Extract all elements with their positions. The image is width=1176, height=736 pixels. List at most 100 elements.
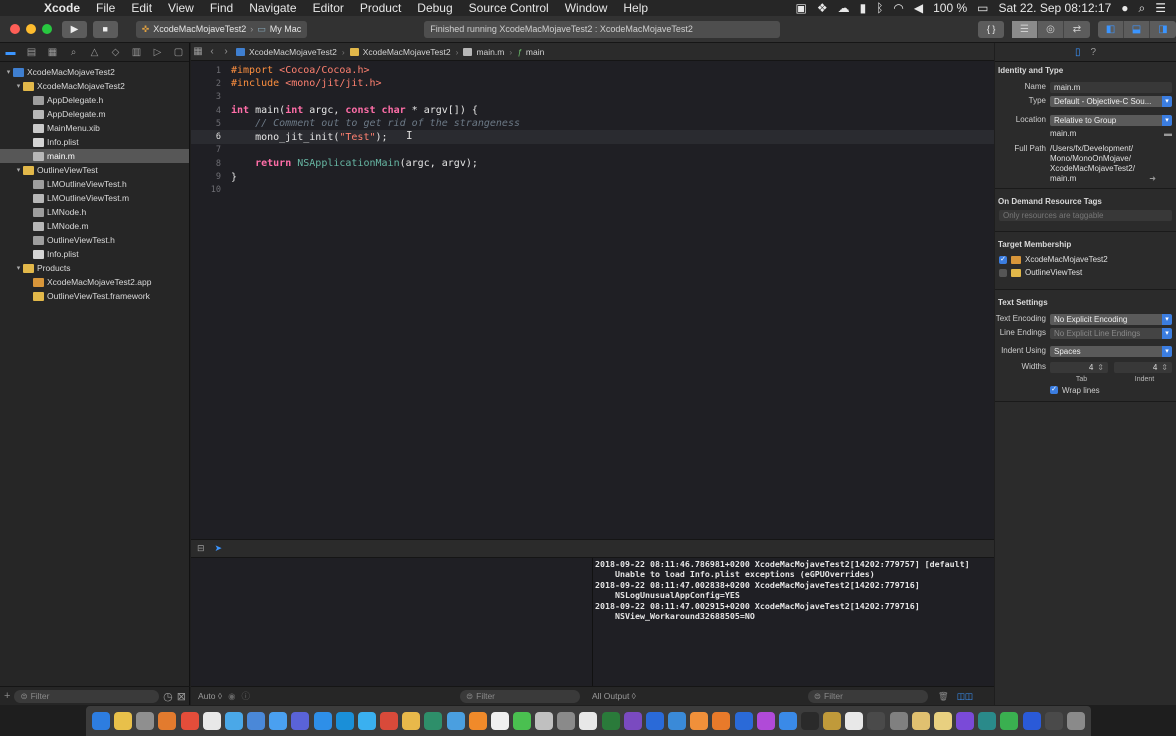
dock-app-icon[interactable] xyxy=(136,712,155,730)
wrap-lines-checkbox[interactable]: ✓ xyxy=(1050,386,1058,394)
code-line[interactable]: 3 xyxy=(191,91,994,104)
stepper-icon[interactable]: ⇕ xyxy=(1161,363,1168,372)
console-filter-input[interactable]: ⊜ Filter xyxy=(807,689,928,703)
variables-filter-input[interactable]: ⊜ Filter xyxy=(460,689,580,703)
navigator-item-products[interactable]: ▾ Products xyxy=(0,261,189,275)
auto-variables-popup[interactable]: Auto ◊ xyxy=(198,691,222,701)
code-line[interactable]: 6 mono_jit_init("Test"); xyxy=(191,130,994,144)
dock-app-icon[interactable] xyxy=(601,712,620,730)
indent-width-field[interactable]: 4 ⇕ xyxy=(1114,362,1172,373)
code-line[interactable]: 10 xyxy=(191,184,994,197)
target-member-app[interactable]: ✓ XcodeMacMojaveTest2 xyxy=(995,253,1176,266)
dock-app-icon[interactable] xyxy=(468,712,487,730)
navigator-item-xcodemacmojavetest2[interactable]: ▾ XcodeMacMojaveTest2 xyxy=(0,65,189,79)
stop-button[interactable]: ■ xyxy=(92,20,118,38)
target-member-framework[interactable]: OutlineViewTest xyxy=(995,266,1176,279)
navigator-item-xcodemacmojavetest2-app[interactable]: XcodeMacMojaveTest2.app xyxy=(0,275,189,289)
folder-icon[interactable]: ▬ xyxy=(1164,129,1176,138)
volume-icon[interactable]: ◀ xyxy=(914,1,923,15)
breadcrumb-file[interactable]: main.m xyxy=(460,47,507,57)
disclosure-triangle-icon[interactable]: ▾ xyxy=(14,82,23,90)
folder-icon[interactable]: ▬ xyxy=(0,47,21,58)
source-editor[interactable]: 1 #import <Cocoa/Cocoa.h> 2 #include <mono/… xyxy=(191,61,994,539)
dock-app-icon[interactable] xyxy=(867,712,886,730)
test-icon[interactable]: ◇ xyxy=(105,47,126,58)
dock-app-icon[interactable] xyxy=(889,712,908,730)
dock-app-icon[interactable] xyxy=(446,712,465,730)
breakpoint-icon[interactable]: ▷ xyxy=(147,47,168,58)
spotlight-icon[interactable]: ⌕ xyxy=(1139,1,1146,16)
navigator-item-info-plist[interactable]: Info.plist xyxy=(0,135,189,149)
dock-app-icon[interactable] xyxy=(933,712,952,730)
source-control-icon[interactable]: ▤ xyxy=(21,47,42,58)
encoding-popup[interactable]: No Explicit Encoding xyxy=(1050,314,1172,325)
dock-app-icon[interactable] xyxy=(335,712,354,730)
dock-app-icon[interactable] xyxy=(668,712,687,730)
navigator-filter-input[interactable]: ⊜ Filter xyxy=(14,689,160,703)
bluetooth-icon[interactable]: ᛒ xyxy=(876,1,883,15)
dock-app-icon[interactable] xyxy=(911,712,930,730)
dock-app-icon[interactable] xyxy=(247,712,266,730)
quick-help-icon[interactable]: ? xyxy=(1090,47,1096,58)
code-line[interactable]: 9} xyxy=(191,170,994,183)
location-popup[interactable]: Relative to Group xyxy=(1050,115,1172,126)
scheme-selector[interactable]: ✜ XcodeMacMojaveTest2 › ▭ My Mac xyxy=(135,20,308,38)
menu-product[interactable]: Product xyxy=(352,1,409,15)
battery-icon[interactable]: ▭ xyxy=(977,1,988,15)
menu-edit[interactable]: Edit xyxy=(123,1,160,15)
assistant-editor-button[interactable]: ◎ xyxy=(1038,20,1064,38)
menu-navigate[interactable]: Navigate xyxy=(241,1,304,15)
tab-width-field[interactable]: 4 ⇕ xyxy=(1050,362,1108,373)
debug-area-toggle-button[interactable]: ⬓ xyxy=(1124,20,1150,38)
dock-app-icon[interactable] xyxy=(623,712,642,730)
user-icon[interactable]: ● xyxy=(1121,1,1128,15)
menu-find[interactable]: Find xyxy=(202,1,241,15)
report-icon[interactable]: ▢ xyxy=(168,47,189,58)
hide-debug-area-icon[interactable]: ⊟ xyxy=(197,543,205,554)
run-button[interactable]: ▶ xyxy=(62,20,87,38)
cloud-icon[interactable]: ☁ xyxy=(838,1,850,15)
zoom-window-button[interactable] xyxy=(42,24,52,34)
version-editor-button[interactable]: ⇄ xyxy=(1064,21,1090,38)
menu-clock[interactable]: Sat 22. Sep 08:12:17 xyxy=(998,1,1111,15)
dock-app-icon[interactable] xyxy=(690,712,709,730)
battery-widget-icon[interactable]: ▮ xyxy=(860,1,867,15)
menu-help[interactable]: Help xyxy=(615,1,656,15)
dock-app-icon[interactable] xyxy=(269,712,288,730)
dock-app-icon[interactable] xyxy=(291,712,310,730)
disclosure-triangle-icon[interactable]: ▾ xyxy=(14,264,23,272)
navigator-toggle-button[interactable]: ◧ xyxy=(1098,20,1124,38)
file-inspector-icon[interactable]: ▯ xyxy=(1075,47,1081,58)
menu-editor[interactable]: Editor xyxy=(305,1,352,15)
disclosure-triangle-icon[interactable]: ▾ xyxy=(14,166,23,174)
dock-app-icon[interactable] xyxy=(402,712,421,730)
navigator-item-mainmenu-xib[interactable]: MainMenu.xib xyxy=(0,121,189,135)
navigator-item-appdelegate-m[interactable]: AppDelegate.m xyxy=(0,107,189,121)
console-output[interactable]: 2018-09-22 08:11:46.786981+0200 XcodeMac… xyxy=(593,558,994,686)
navigator-item-lmnode-h[interactable]: LMNode.h xyxy=(0,205,189,219)
dropbox-icon[interactable]: ❖ xyxy=(817,1,828,15)
dock-app-icon[interactable] xyxy=(535,712,554,730)
reveal-arrow-icon[interactable]: ➜ xyxy=(1149,174,1156,184)
stepper-icon[interactable]: ⇕ xyxy=(1097,363,1104,372)
navigator-item-outlineviewtest-h[interactable]: OutlineViewTest.h xyxy=(0,233,189,247)
dock-app-icon[interactable] xyxy=(357,712,376,730)
dock-app-icon[interactable] xyxy=(557,712,576,730)
dock-app-icon[interactable] xyxy=(1066,712,1085,730)
dock-app-icon[interactable] xyxy=(202,712,221,730)
menu-view[interactable]: View xyxy=(160,1,202,15)
navigator-item-lmoutlineviewtest-h[interactable]: LMOutlineViewTest.h xyxy=(0,177,189,191)
dock-app-icon[interactable] xyxy=(978,712,997,730)
trash-icon[interactable]: 🗑 xyxy=(938,691,949,702)
navigator-item-info-plist[interactable]: Info.plist xyxy=(0,247,189,261)
dock-app-icon[interactable] xyxy=(956,712,975,730)
debug-icon[interactable]: ▥ xyxy=(126,47,147,58)
split-view-icon[interactable]: ◫◫ xyxy=(957,691,973,702)
dock-app-icon[interactable] xyxy=(579,712,598,730)
name-field[interactable]: main.m xyxy=(1050,82,1172,93)
wifi-icon[interactable]: ◠ xyxy=(893,1,903,15)
dock-app-icon[interactable] xyxy=(1000,712,1019,730)
navigator-item-main-m[interactable]: main.m xyxy=(0,149,189,163)
menu-file[interactable]: File xyxy=(88,1,123,15)
destination-name[interactable]: My Mac xyxy=(270,24,302,34)
